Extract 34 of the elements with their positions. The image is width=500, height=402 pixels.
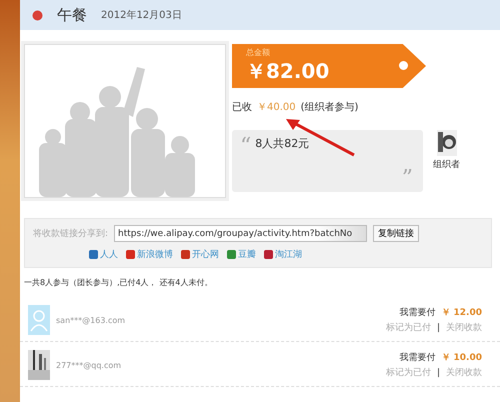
- total-price-tag: 总金额 ￥82.00: [232, 44, 426, 88]
- share-site-link[interactable]: 新浪微博: [126, 248, 173, 261]
- participation-summary: 一共8人参与（团长参与）,已付4人， 还有4人未付。: [23, 277, 214, 289]
- quote-mark: “: [240, 136, 252, 158]
- quote-mark: ”: [402, 168, 413, 190]
- member-email: san***@163.com: [56, 316, 126, 324]
- close-collection-link[interactable]: 关闭收款: [446, 366, 482, 379]
- amount-due-label: 我需要付: [399, 306, 436, 319]
- event-date: 2012年12月03日: [101, 9, 182, 22]
- mark-paid-link[interactable]: 标记为已付: [386, 366, 431, 379]
- amount-due: ￥ 10.00: [441, 352, 482, 364]
- received-note: (组织者参与): [300, 100, 358, 114]
- share-site-link[interactable]: 开心网: [181, 248, 219, 261]
- separator: |: [436, 368, 440, 378]
- close-collection-link[interactable]: 关闭收款: [446, 321, 482, 334]
- share-site-link[interactable]: 豆瓣: [227, 248, 256, 261]
- member-email: 277***@qq.com: [56, 360, 122, 370]
- amount-due-label: 我需要付: [399, 352, 436, 364]
- separator: |: [436, 322, 440, 332]
- amount-due: ￥ 12.00: [441, 307, 482, 319]
- share-site-link[interactable]: 人人: [89, 248, 118, 261]
- received-label: 已收: [232, 101, 252, 114]
- received-amount: ￥40.00: [257, 101, 296, 114]
- message-text: 8人共82元: [255, 136, 310, 151]
- event-title: 午餐: [57, 6, 87, 24]
- status-dot-icon: [32, 10, 43, 20]
- share-label: 将收款链接分享到:: [33, 228, 108, 240]
- copy-link-button[interactable]: 复制链接: [373, 225, 420, 242]
- mark-paid-link[interactable]: 标记为已付: [386, 321, 431, 334]
- arrow-annotation: [284, 117, 356, 157]
- share-link-field[interactable]: https://we.alipay.com/groupay/activity.htm?batchNo: [114, 225, 368, 242]
- organizer-label: 组织者: [433, 158, 460, 171]
- share-site-link[interactable]: 淘江湖: [264, 248, 302, 261]
- person-avatar-icon: [28, 305, 50, 335]
